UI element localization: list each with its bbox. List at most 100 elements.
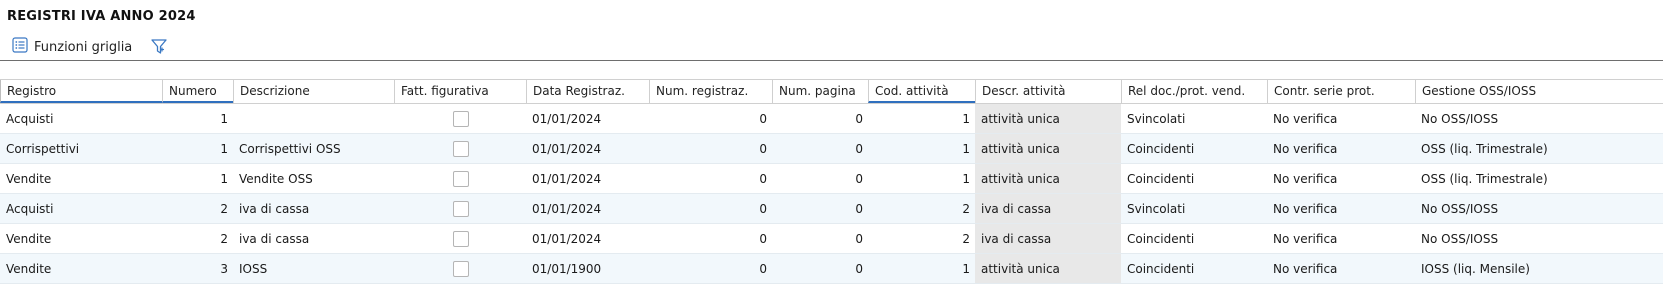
col-descrizione-cell[interactable]: iva di cassa [233,194,394,223]
col-descr-attivita-cell[interactable]: iva di cassa [975,194,1121,223]
col-data-registrazione-cell[interactable]: 01/01/2024 [526,134,649,163]
col-num-pagina-header[interactable]: Num. pagina [772,80,868,103]
col-num-registrazione-cell[interactable]: 0 [649,164,772,193]
col-descr-attivita-cell[interactable]: attività unica [975,104,1121,133]
table-row[interactable]: Vendite 2 iva di cassa 01/01/2024 0 0 2 iva di … [0,224,1663,254]
table-row[interactable]: Corrispettivi 1 Corrispettivi OSS 01/01/202… [0,134,1663,164]
col-num-pagina-cell[interactable]: 0 [772,254,868,283]
col-rel-doc-prot-vend-header[interactable]: Rel doc./prot. vend. [1121,80,1267,103]
col-registro-cell[interactable]: Vendite [0,164,162,193]
col-fatt-figurativa-cell [394,134,526,163]
fatt-figurativa-checkbox[interactable] [452,230,469,247]
col-descrizione-header[interactable]: Descrizione [233,80,394,103]
col-registro-cell[interactable]: Corrispettivi [0,134,162,163]
fatt-figurativa-checkbox[interactable] [452,140,469,157]
col-cod-attivita-header[interactable]: Cod. attività [868,80,975,103]
fatt-figurativa-checkbox[interactable] [452,260,469,277]
col-rel-doc-prot-vend-cell[interactable]: Coincidenti [1121,254,1267,283]
col-descrizione-cell[interactable] [233,104,394,133]
col-descrizione-cell[interactable]: Corrispettivi OSS [233,134,394,163]
col-gestione-oss-ioss-cell[interactable]: IOSS (liq. Mensile) [1415,254,1563,283]
col-fatt-figurativa-header[interactable]: Fatt. figurativa [394,80,526,103]
col-num-pagina-cell[interactable]: 0 [772,164,868,193]
col-descr-attivita-cell[interactable]: attività unica [975,134,1121,163]
fatt-figurativa-checkbox[interactable] [452,200,469,217]
col-rel-doc-prot-vend-cell[interactable]: Coincidenti [1121,224,1267,253]
page-title: REGISTRI IVA ANNO 2024 [7,9,196,24]
col-num-pagina-cell[interactable]: 0 [772,224,868,253]
col-num-registrazione-cell[interactable]: 0 [649,224,772,253]
col-num-registrazione-cell[interactable]: 0 [649,104,772,133]
col-gestione-oss-ioss-header[interactable]: Gestione OSS/IOSS [1415,80,1563,103]
fatt-figurativa-checkbox[interactable] [452,110,469,127]
col-registro-cell[interactable]: Vendite [0,254,162,283]
col-contr-serie-prot-cell[interactable]: No verifica [1267,194,1415,223]
col-num-pagina-cell[interactable]: 0 [772,194,868,223]
col-numero-header[interactable]: Numero [162,80,233,103]
grid-functions-label: Funzioni griglia [34,39,133,55]
col-data-registrazione-cell[interactable]: 01/01/2024 [526,194,649,223]
col-rel-doc-prot-vend-cell[interactable]: Coincidenti [1121,164,1267,193]
col-num-registrazione-cell[interactable]: 0 [649,194,772,223]
filter-icon [150,39,168,60]
col-gestione-oss-ioss-cell[interactable]: No OSS/IOSS [1415,104,1563,133]
col-num-registrazione-cell[interactable]: 0 [649,134,772,163]
col-fatt-figurativa-cell [394,164,526,193]
col-numero-cell[interactable]: 1 [162,104,233,133]
col-numero-cell[interactable]: 3 [162,254,233,283]
col-num-registrazione-cell[interactable]: 0 [649,254,772,283]
table-row[interactable]: Acquisti 1 01/01/2024 0 0 1 attività unica Svin… [0,104,1663,134]
col-registro-header[interactable]: Registro [0,80,162,103]
col-numero-cell[interactable]: 2 [162,194,233,223]
col-contr-serie-prot-cell[interactable]: No verifica [1267,164,1415,193]
col-data-registrazione-cell[interactable]: 01/01/1900 [526,254,649,283]
col-descr-attivita-header[interactable]: Descr. attività [975,80,1121,103]
toolbar-divider [0,60,1663,61]
col-descrizione-cell[interactable]: iva di cassa [233,224,394,253]
col-rel-doc-prot-vend-cell[interactable]: Svincolati [1121,104,1267,133]
col-descr-attivita-cell[interactable]: attività unica [975,164,1121,193]
col-rel-doc-prot-vend-cell[interactable]: Svincolati [1121,194,1267,223]
col-numero-cell[interactable]: 1 [162,134,233,163]
col-contr-serie-prot-cell[interactable]: No verifica [1267,104,1415,133]
col-contr-serie-prot-header[interactable]: Contr. serie prot. [1267,80,1415,103]
table-row[interactable]: Vendite 1 Vendite OSS 01/01/2024 0 0 1 attività… [0,164,1663,194]
col-cod-attivita-cell[interactable]: 1 [868,164,975,193]
col-data-registrazione-header[interactable]: Data Registraz. [526,80,649,103]
col-numero-cell[interactable]: 1 [162,164,233,193]
col-cod-attivita-cell[interactable]: 1 [868,254,975,283]
col-data-registrazione-cell[interactable]: 01/01/2024 [526,224,649,253]
col-descr-attivita-cell[interactable]: attività unica [975,254,1121,283]
col-gestione-oss-ioss-cell[interactable]: No OSS/IOSS [1415,224,1563,253]
col-contr-serie-prot-cell[interactable]: No verifica [1267,254,1415,283]
col-registro-cell[interactable]: Vendite [0,224,162,253]
col-cod-attivita-cell[interactable]: 1 [868,134,975,163]
col-data-registrazione-cell[interactable]: 01/01/2024 [526,104,649,133]
col-fatt-figurativa-cell [394,104,526,133]
col-cod-attivita-cell[interactable]: 2 [868,194,975,223]
col-contr-serie-prot-cell[interactable]: No verifica [1267,134,1415,163]
col-contr-serie-prot-cell[interactable]: No verifica [1267,224,1415,253]
col-num-pagina-cell[interactable]: 0 [772,104,868,133]
col-registro-cell[interactable]: Acquisti [0,104,162,133]
fatt-figurativa-checkbox[interactable] [452,170,469,187]
grid-functions-button[interactable]: Funzioni griglia [12,37,132,57]
filter-button[interactable] [150,38,168,60]
col-cod-attivita-cell[interactable]: 1 [868,104,975,133]
col-descrizione-cell[interactable]: Vendite OSS [233,164,394,193]
col-descr-attivita-cell[interactable]: iva di cassa [975,224,1121,253]
col-registro-cell[interactable]: Acquisti [0,194,162,223]
col-numero-cell[interactable]: 2 [162,224,233,253]
col-gestione-oss-ioss-cell[interactable]: OSS (liq. Trimestrale) [1415,164,1563,193]
col-data-registrazione-cell[interactable]: 01/01/2024 [526,164,649,193]
table-row[interactable]: Vendite 3 IOSS 01/01/1900 0 0 1 attività unica C… [0,254,1663,284]
col-rel-doc-prot-vend-cell[interactable]: Coincidenti [1121,134,1267,163]
col-cod-attivita-cell[interactable]: 2 [868,224,975,253]
col-fatt-figurativa-cell [394,224,526,253]
col-gestione-oss-ioss-cell[interactable]: No OSS/IOSS [1415,194,1563,223]
table-row[interactable]: Acquisti 2 iva di cassa 01/01/2024 0 0 2 iva di… [0,194,1663,224]
col-gestione-oss-ioss-cell[interactable]: OSS (liq. Trimestrale) [1415,134,1563,163]
col-num-registrazione-header[interactable]: Num. registraz. [649,80,772,103]
col-num-pagina-cell[interactable]: 0 [772,134,868,163]
col-descrizione-cell[interactable]: IOSS [233,254,394,283]
